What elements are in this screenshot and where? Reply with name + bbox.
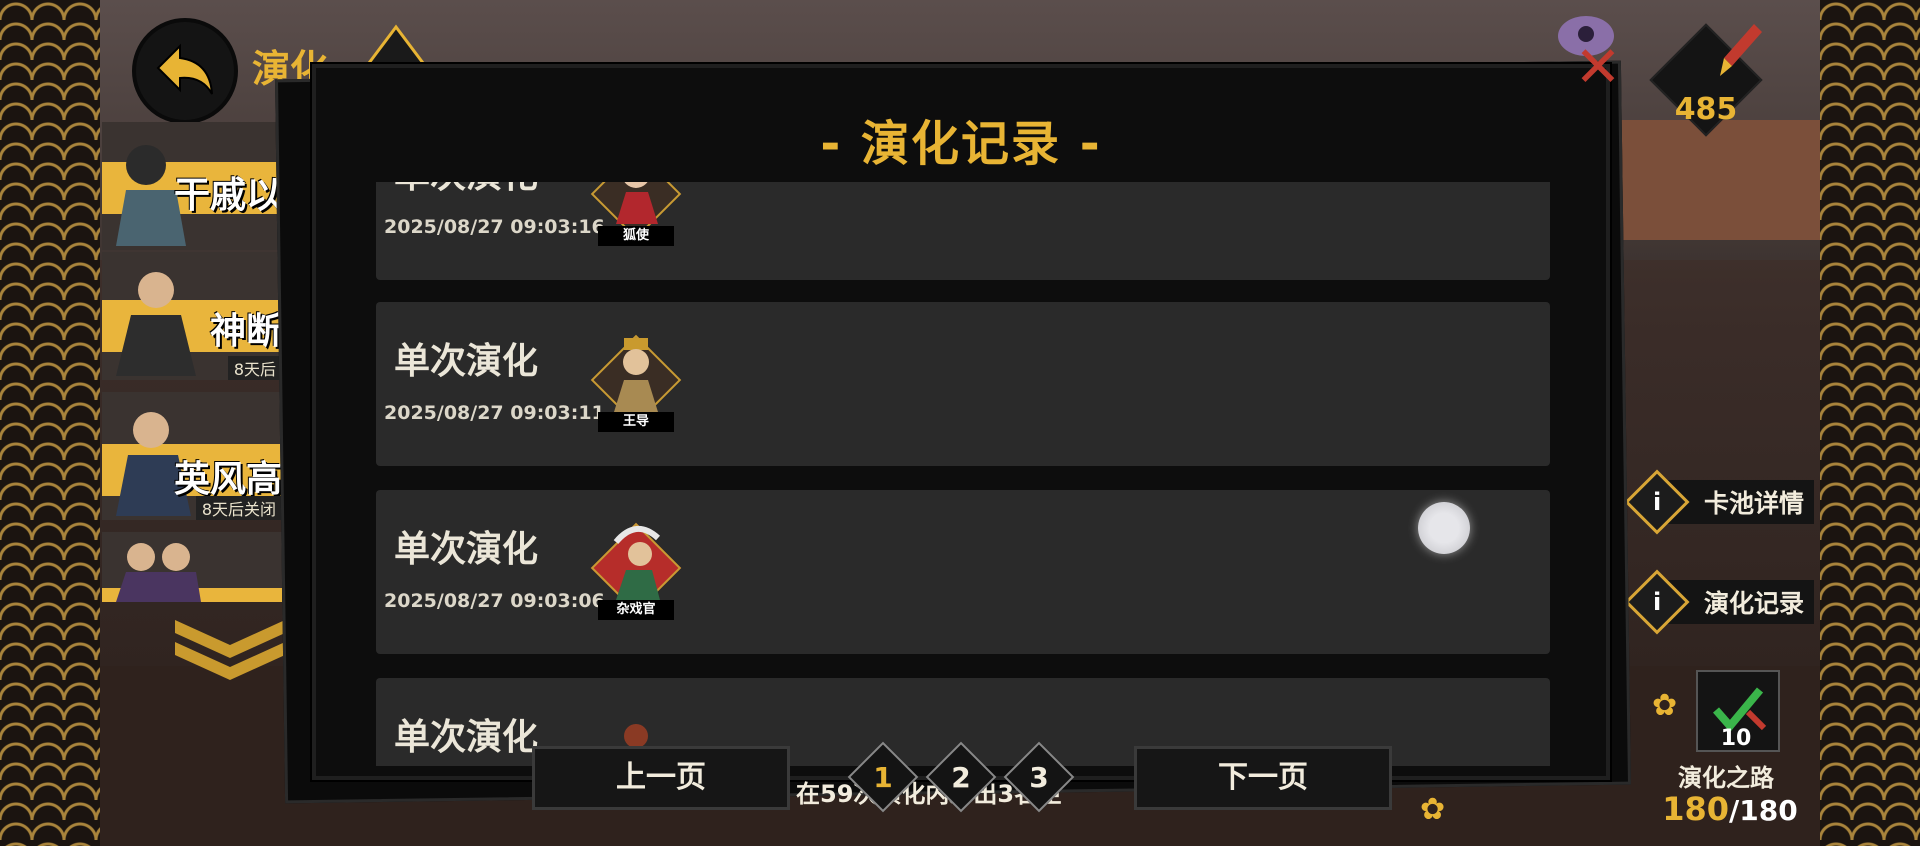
hero-name: 杂戏官 bbox=[598, 600, 674, 620]
record-time: 2025/08/27 09:03:11 bbox=[384, 402, 605, 424]
banner-title: 神断 bbox=[209, 311, 282, 352]
back-arrow-icon bbox=[156, 43, 213, 95]
evolution-road-progress: 180/180 bbox=[1660, 790, 1800, 828]
records-list[interactable]: 单次演化 2025/08/27 09:03:16 狐使 单次演化 2025/08… bbox=[376, 182, 1550, 766]
page-number: 1 bbox=[873, 760, 893, 794]
banner-subtitle: 8天后 bbox=[227, 356, 282, 380]
page-2-button[interactable]: 2 bbox=[925, 741, 997, 813]
page-3-button[interactable]: 3 bbox=[1003, 741, 1075, 813]
evolution-road-label: 演化之路 bbox=[1678, 764, 1774, 792]
brush-icon bbox=[1720, 24, 1762, 76]
close-modal-button[interactable]: ✕ bbox=[1572, 40, 1624, 96]
record-time: 2025/08/27 09:03:06 bbox=[384, 590, 605, 612]
banner-item-2[interactable]: 神断 8天后 bbox=[102, 252, 282, 380]
back-button[interactable] bbox=[132, 18, 238, 124]
road-progress-total: /180 bbox=[1729, 794, 1798, 827]
road-progress-current: 180 bbox=[1662, 790, 1730, 828]
records-modal: - 演化记录 - 单次演化 2025/08/27 09:03:16 狐使 单次演… bbox=[312, 64, 1610, 780]
modal-title: - 演化记录 - bbox=[820, 116, 1102, 172]
hero-portrait[interactable]: 王导 bbox=[590, 330, 682, 434]
flower-icon: ✿ bbox=[1420, 792, 1446, 827]
record-type: 单次演化 bbox=[394, 529, 539, 570]
hero-name: 王导 bbox=[598, 412, 674, 432]
banner-item-4[interactable] bbox=[102, 532, 282, 602]
evolution-road-count: 10 bbox=[1720, 726, 1752, 751]
page-1-button[interactable]: 1 bbox=[847, 741, 919, 813]
next-page-button[interactable]: 下一页 bbox=[1134, 746, 1392, 810]
record-type: 单次演化 bbox=[394, 182, 538, 198]
banner-subtitle: 8天后关闭 bbox=[195, 496, 282, 520]
hero-name: 狐使 bbox=[598, 226, 674, 246]
pool-details-button[interactable]: i 卡池详情 bbox=[1624, 469, 1814, 535]
banner-title: 干戚以 bbox=[173, 175, 282, 216]
banner-item-3[interactable]: 英风高 8天后关闭 bbox=[102, 392, 282, 520]
hero-portrait-icon bbox=[116, 543, 201, 602]
pool-details-label: 卡池详情 bbox=[1704, 489, 1805, 518]
page-number: 3 bbox=[1029, 760, 1049, 794]
currency-value: 485 bbox=[1674, 92, 1738, 127]
records-button[interactable]: i 演化记录 bbox=[1624, 569, 1814, 635]
banner-item-1[interactable]: 干戚以 bbox=[102, 122, 282, 250]
list-item: 单次演化 2025/08/27 09:03:16 狐使 bbox=[376, 182, 1550, 280]
page-number: 2 bbox=[951, 760, 971, 794]
record-type: 单次演化 bbox=[394, 717, 539, 758]
records-label: 演化记录 bbox=[1704, 589, 1805, 618]
record-time: 2025/08/27 09:03:16 bbox=[384, 216, 605, 238]
touch-indicator bbox=[1418, 502, 1470, 554]
banner-title: 英风高 bbox=[173, 459, 282, 500]
currency-counter: 485 bbox=[1649, 20, 1768, 137]
list-item: 单次演化 2025/08/27 09:03:06 杂戏官 bbox=[376, 490, 1550, 654]
hero-portrait[interactable]: 杂戏官 bbox=[590, 518, 682, 622]
prev-page-button[interactable]: 上一页 bbox=[532, 746, 790, 810]
left-border-pattern bbox=[0, 0, 100, 846]
scroll-down-chevron-icon[interactable] bbox=[170, 615, 290, 685]
list-item: 单次演化 2025/08/27 09:03:11 王导 bbox=[376, 302, 1550, 466]
hero-portrait-icon bbox=[116, 272, 196, 376]
hero-portrait[interactable]: 狐使 bbox=[590, 182, 682, 248]
right-border-pattern bbox=[1820, 0, 1920, 846]
flower-icon: ✿ bbox=[1652, 688, 1678, 723]
record-type: 单次演化 bbox=[394, 341, 539, 382]
